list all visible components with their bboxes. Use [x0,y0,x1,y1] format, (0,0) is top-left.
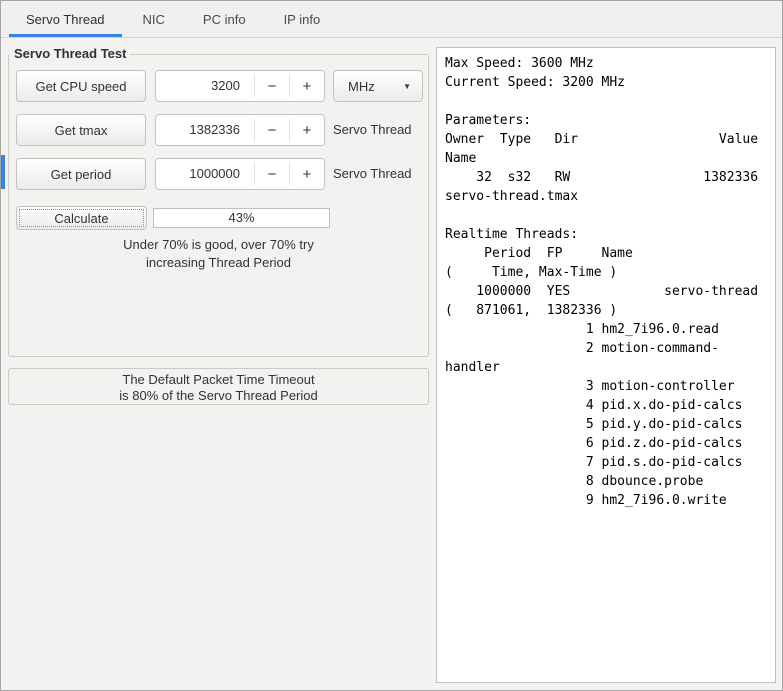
servo-thread-test-frame: Servo Thread Test Get CPU speed 3200 − +… [8,46,429,357]
hint-line2: increasing Thread Period [145,255,291,270]
cpu-speed-spinbutton: 3200 − + [155,70,325,102]
tmax-thread-label: Servo Thread [333,122,412,137]
unit-dropdown-value: MHz [348,78,375,94]
frame-title: Servo Thread Test [10,46,131,61]
load-percentage-field: 43% [153,208,330,228]
unit-dropdown[interactable]: MHz ▼ [333,70,423,102]
chevron-down-icon: ▼ [403,82,411,91]
tmax-spinbutton: 1382336 − + [155,114,325,146]
get-cpu-speed-button[interactable]: Get CPU speed [16,70,146,102]
period-decrement-button[interactable]: − [255,159,289,189]
app-window: Servo Thread NIC PC info IP info Servo T… [0,0,783,691]
get-tmax-button[interactable]: Get tmax [16,114,146,146]
hint-line1: Under 70% is good, over 70% try [123,237,314,252]
hal-output-panel[interactable]: Max Speed: 3600 MHz Current Speed: 3200 … [436,47,776,683]
calculate-row: Calculate 43% [9,206,428,231]
cpu-speed-increment-button[interactable]: + [290,71,324,101]
timeout-note-line1: The Default Packet Time Timeout [122,372,315,387]
cpu-speed-decrement-button[interactable]: − [255,71,289,101]
tmax-increment-button[interactable]: + [290,115,324,145]
period-row: Get period 1000000 − + Servo Thread [9,158,428,190]
tmax-value[interactable]: 1382336 [156,115,254,145]
left-accent-bar [1,155,5,189]
timeout-note-frame: The Default Packet Time Timeout is 80% o… [8,368,429,405]
hint-text: Under 70% is good, over 70% try increasi… [9,236,428,272]
period-spinbutton: 1000000 − + [155,158,325,190]
cpu-speed-value[interactable]: 3200 [156,71,254,101]
get-period-button[interactable]: Get period [16,158,146,190]
cpu-speed-row: Get CPU speed 3200 − + MHz ▼ [9,70,428,102]
period-value[interactable]: 1000000 [156,159,254,189]
tab-nic[interactable]: NIC [124,1,184,37]
calculate-button[interactable]: Calculate [16,206,147,230]
period-thread-label: Servo Thread [333,166,412,181]
period-increment-button[interactable]: + [290,159,324,189]
tmax-row: Get tmax 1382336 − + Servo Thread [9,114,428,146]
tab-ip-info[interactable]: IP info [265,1,340,37]
tab-bar: Servo Thread NIC PC info IP info [1,1,782,38]
tab-servo-thread[interactable]: Servo Thread [7,1,124,37]
timeout-note-line2: is 80% of the Servo Thread Period [119,388,318,403]
tmax-decrement-button[interactable]: − [255,115,289,145]
tab-pc-info[interactable]: PC info [184,1,265,37]
